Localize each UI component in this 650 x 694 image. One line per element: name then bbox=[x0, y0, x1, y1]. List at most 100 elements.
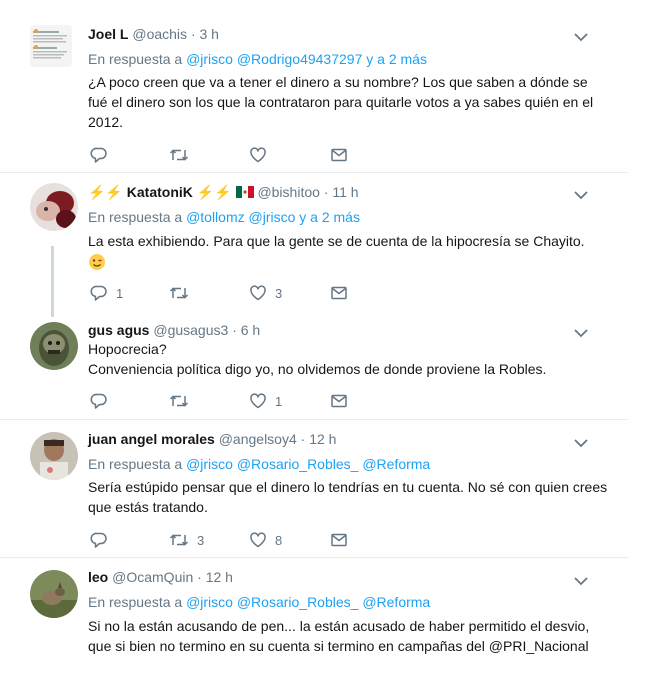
chevron-down-icon[interactable] bbox=[574, 435, 588, 453]
chevron-down-icon[interactable] bbox=[574, 29, 588, 47]
tweet-5: leo @OcamQuin · 12 h En respuesta a @jri… bbox=[0, 558, 628, 694]
reply-users-link[interactable]: @tollomz @jrisco bbox=[186, 209, 295, 225]
reply-icon bbox=[90, 285, 107, 301]
envelope-icon bbox=[331, 286, 347, 300]
retweet-icon bbox=[169, 534, 189, 546]
chevron-down-icon[interactable] bbox=[574, 187, 588, 205]
reply-users-link[interactable]: @jrisco @Rosario_Robles_ @Reforma bbox=[186, 594, 430, 610]
chevron-down-icon[interactable] bbox=[574, 325, 588, 343]
user-name[interactable]: KatatoniK bbox=[127, 184, 193, 200]
timestamp[interactable]: 3 h bbox=[200, 26, 219, 42]
tweet-text: Si no la están acusando de pen... la est… bbox=[88, 616, 608, 656]
message-button[interactable] bbox=[330, 145, 348, 165]
retweet-button[interactable] bbox=[169, 145, 189, 165]
reply-users-link[interactable]: @jrisco @Rodrigo49437297 bbox=[186, 51, 362, 67]
timestamp[interactable]: 12 h bbox=[309, 431, 336, 447]
heart-icon bbox=[250, 285, 266, 301]
winking-face-icon bbox=[88, 253, 106, 276]
retweet-count: 3 bbox=[197, 532, 205, 548]
envelope-icon bbox=[331, 148, 347, 162]
timestamp[interactable]: 11 h bbox=[332, 184, 358, 200]
avatar[interactable] bbox=[30, 25, 72, 67]
user-handle[interactable]: @OcamQuin bbox=[112, 569, 193, 585]
message-button[interactable] bbox=[330, 530, 348, 550]
avatar[interactable] bbox=[30, 432, 78, 480]
user-name[interactable]: leo bbox=[88, 569, 108, 585]
tweet-header: gus agus @gusagus3 · 6 h bbox=[88, 322, 260, 338]
timestamp[interactable]: 6 h bbox=[241, 322, 260, 338]
like-count: 3 bbox=[275, 285, 283, 301]
reply-context: En respuesta a @jrisco @Rosario_Robles_ … bbox=[88, 456, 430, 472]
user-handle[interactable]: @oachis bbox=[132, 26, 187, 42]
reply-button[interactable]: 1 bbox=[90, 283, 123, 303]
tweet-2: ⚡⚡ KatatoniK ⚡⚡ @bishitoo · 11 h En resp… bbox=[0, 173, 628, 309]
retweet-button[interactable] bbox=[169, 391, 189, 411]
user-handle[interactable]: @angelsoy4 bbox=[219, 431, 297, 447]
reply-icon bbox=[90, 147, 107, 163]
user-name[interactable]: gus agus bbox=[88, 322, 149, 338]
user-handle[interactable]: @gusagus3 bbox=[153, 322, 228, 338]
like-button[interactable]: 3 bbox=[249, 283, 282, 303]
tweet-1: Joel L @oachis · 3 h En respuesta a @jri… bbox=[0, 0, 628, 172]
like-count: 1 bbox=[275, 393, 283, 409]
envelope-icon bbox=[331, 394, 347, 408]
like-count: 8 bbox=[275, 532, 283, 548]
avatar[interactable] bbox=[30, 322, 78, 370]
user-name[interactable]: Joel L bbox=[88, 26, 128, 42]
avatar[interactable] bbox=[30, 183, 78, 231]
tweet-header: juan angel morales @angelsoy4 · 12 h bbox=[88, 431, 336, 447]
tweet-4: juan angel morales @angelsoy4 · 12 h En … bbox=[0, 420, 628, 557]
chevron-down-icon[interactable] bbox=[574, 573, 588, 591]
tweet-text: La esta exhibiendo. Para que la gente se… bbox=[88, 231, 608, 276]
tweet-text-line: Si no la están acusando de pen... la est… bbox=[88, 618, 590, 634]
separator: · bbox=[323, 184, 329, 200]
heart-icon bbox=[250, 393, 266, 409]
thread-connector-line bbox=[51, 246, 54, 317]
reply-icon bbox=[90, 393, 107, 409]
like-button[interactable]: 1 bbox=[249, 391, 282, 411]
reply-more-link[interactable]: y a 2 más bbox=[366, 51, 427, 67]
tweet-text: Hopocrecia? Conveniencia política digo y… bbox=[88, 339, 608, 379]
separator: · bbox=[190, 26, 196, 42]
reply-button[interactable] bbox=[90, 391, 108, 411]
tweet-3: gus agus @gusagus3 · 6 h Hopocrecia? Con… bbox=[0, 309, 628, 419]
mexico-flag-icon bbox=[235, 185, 254, 198]
heart-icon bbox=[250, 147, 266, 163]
avatar[interactable] bbox=[30, 570, 78, 618]
tweet-header: Joel L @oachis · 3 h bbox=[88, 26, 219, 42]
tweet-text-line: Conveniencia política digo yo, no olvide… bbox=[88, 361, 547, 377]
like-button[interactable]: 8 bbox=[249, 530, 282, 550]
message-button[interactable] bbox=[330, 283, 348, 303]
envelope-icon bbox=[331, 533, 347, 547]
reply-prefix: En respuesta a bbox=[88, 209, 183, 225]
user-name[interactable]: juan angel morales bbox=[88, 431, 215, 447]
tweet-text: ¿A poco creen que va a tener el dinero a… bbox=[88, 74, 594, 130]
tweet-text-body: La esta exhibiendo. Para que la gente se… bbox=[88, 233, 585, 249]
lightning-emoji: ⚡⚡ bbox=[196, 184, 232, 200]
reply-prefix: En respuesta a bbox=[88, 594, 183, 610]
reply-count: 1 bbox=[116, 285, 124, 301]
separator: · bbox=[232, 322, 237, 338]
reply-context: En respuesta a @jrisco @Rodrigo49437297 … bbox=[88, 51, 427, 67]
lightning-emoji: ⚡⚡ bbox=[88, 184, 123, 200]
tweet-header: ⚡⚡ KatatoniK ⚡⚡ @bishitoo · 11 h bbox=[88, 184, 359, 201]
reply-more-link[interactable]: y a 2 más bbox=[299, 209, 360, 225]
message-button[interactable] bbox=[330, 391, 348, 411]
retweet-icon bbox=[169, 395, 189, 407]
reply-context: En respuesta a @jrisco @Rosario_Robles_ … bbox=[88, 594, 430, 610]
retweet-icon bbox=[169, 287, 189, 299]
reply-users-link[interactable]: @jrisco @Rosario_Robles_ @Reforma bbox=[186, 456, 430, 472]
timestamp[interactable]: 12 h bbox=[206, 569, 233, 585]
user-handle[interactable]: @bishitoo bbox=[257, 184, 319, 200]
retweet-icon bbox=[169, 149, 189, 161]
reply-prefix: En respuesta a bbox=[88, 456, 183, 472]
retweet-button[interactable] bbox=[169, 283, 189, 303]
tweet-text: Sería estúpido pensar que el dinero lo t… bbox=[88, 479, 608, 515]
reply-button[interactable] bbox=[90, 145, 108, 165]
tweet-text-line: que si bien no termino en su cuenta si t… bbox=[88, 638, 589, 654]
reply-icon bbox=[90, 532, 107, 548]
reply-button[interactable] bbox=[90, 530, 108, 550]
separator: · bbox=[300, 431, 306, 447]
retweet-button[interactable]: 3 bbox=[169, 530, 204, 550]
like-button[interactable] bbox=[249, 145, 267, 165]
